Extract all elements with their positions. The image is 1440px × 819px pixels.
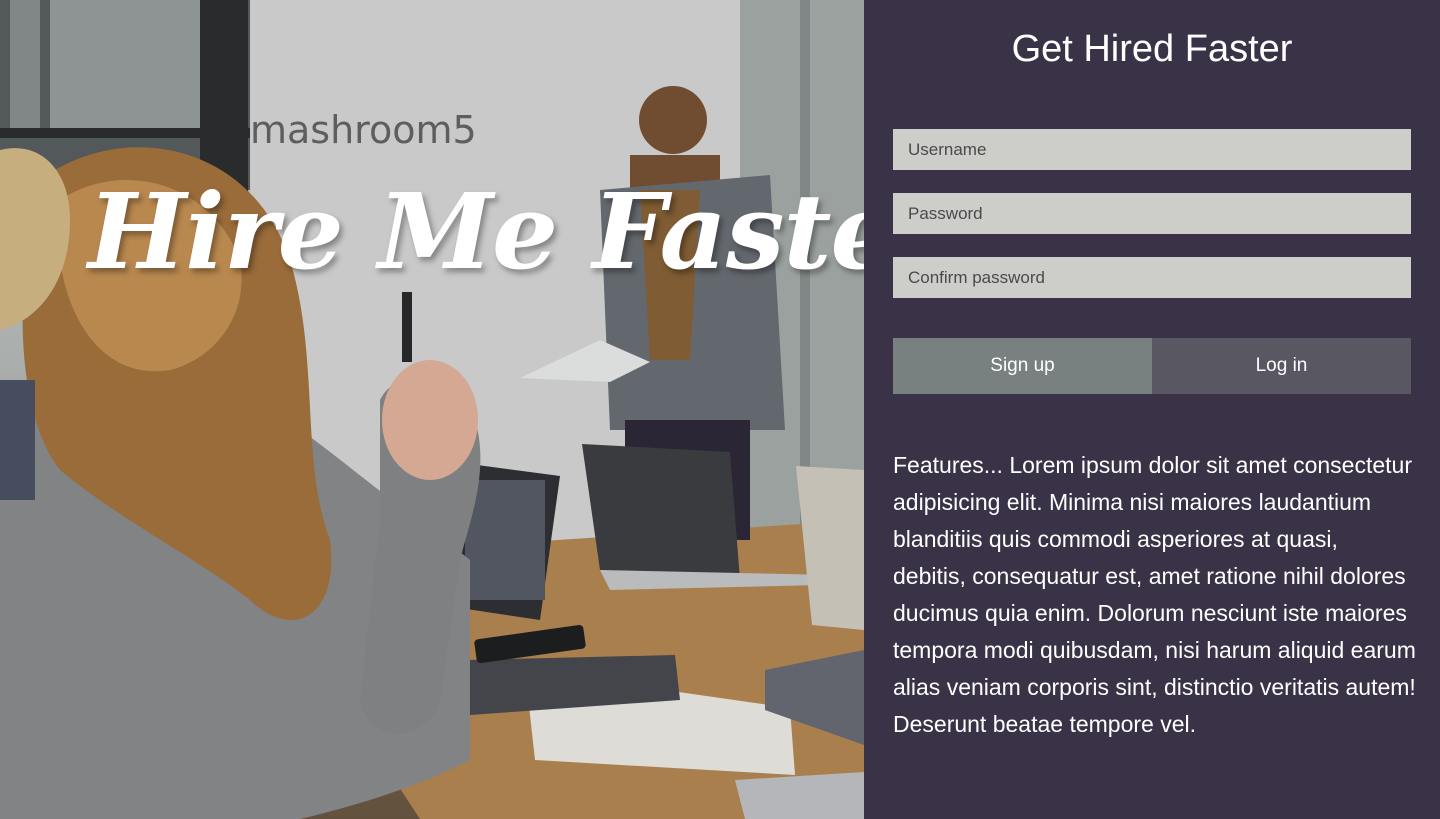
hero-title: Hire Me Faster [88,170,864,293]
hero-image: mashroom5 Hire Me Faster [0,0,864,819]
password-input[interactable] [893,193,1411,234]
features-text: Features... Lorem ipsum dolor sit amet c… [893,452,1416,737]
signup-panel: Get Hired Faster Sign up Log in Features… [864,0,1440,819]
username-input[interactable] [893,129,1411,170]
panel-title: Get Hired Faster [1011,28,1293,70]
signup-button[interactable]: Sign up [893,338,1152,394]
wall-sign-text: mashroom5 [250,108,477,152]
confirm-password-input[interactable] [893,257,1411,298]
login-button[interactable]: Log in [1152,338,1411,394]
